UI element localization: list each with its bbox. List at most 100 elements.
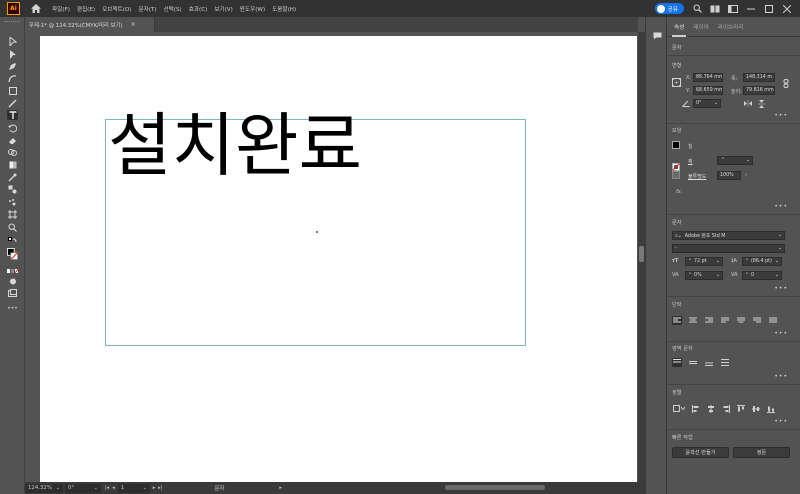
- leading-dropdown-icon[interactable]: ⌄: [775, 259, 779, 264]
- last-artboard-icon[interactable]: ▸|: [158, 485, 162, 491]
- comments-icon[interactable]: [652, 31, 662, 40]
- font-size-stepper-icon[interactable]: ⌃: [688, 259, 692, 264]
- align-middle-icon[interactable]: [688, 358, 698, 367]
- document-tab[interactable]: 무제-1* @ 124.32%(CMYK/미리 보기) ×: [25, 17, 155, 32]
- menu-window[interactable]: 윈도우(W): [240, 5, 265, 13]
- tab-libraries[interactable]: 라이브러리: [716, 23, 746, 36]
- tracking-stepper-icon[interactable]: ⌃: [688, 273, 692, 278]
- canvas-area[interactable]: 설치완료: [25, 32, 638, 482]
- justify-all-icon[interactable]: [768, 316, 778, 325]
- opacity-slider-icon[interactable]: ›: [745, 172, 747, 178]
- align-right-edges-icon[interactable]: [721, 404, 731, 413]
- symbol-sprayer-tool-icon[interactable]: [7, 197, 18, 207]
- align-horizontal-centers-icon[interactable]: [706, 404, 716, 413]
- create-outlines-button[interactable]: 윤곽선 만들기: [672, 447, 729, 458]
- justify-vertical-icon[interactable]: [720, 358, 730, 367]
- effects-fx-icon[interactable]: fx.: [676, 189, 682, 195]
- maximize-icon[interactable]: [764, 4, 774, 14]
- font-size-dropdown-icon[interactable]: ⌄: [716, 259, 720, 264]
- align-right-icon[interactable]: [704, 316, 714, 325]
- tracking-dropdown-icon[interactable]: ⌄: [716, 273, 720, 278]
- reference-point-icon[interactable]: [671, 78, 681, 87]
- font-size-field[interactable]: ⌃ 72 pt ⌄: [685, 257, 723, 266]
- menu-view[interactable]: 보기(V): [214, 5, 232, 13]
- fill-stroke-swatches[interactable]: [7, 246, 18, 262]
- justify-center-icon[interactable]: [736, 316, 746, 325]
- default-colors-icon[interactable]: [7, 235, 18, 245]
- toolbar-grip[interactable]: [4, 21, 20, 23]
- draw-mode-icon[interactable]: [7, 276, 18, 286]
- arrange-button[interactable]: 정돈: [733, 447, 790, 458]
- align-left-icon[interactable]: [672, 316, 682, 325]
- align-to-selection-icon[interactable]: [672, 404, 686, 413]
- font-family-field[interactable]: ⌕⌄ Adobe 명조 Std M ⌄: [672, 231, 785, 240]
- transform-more-icon[interactable]: •••: [774, 112, 788, 119]
- search-icon[interactable]: [692, 4, 702, 14]
- curvature-tool-icon[interactable]: [7, 73, 18, 83]
- align-vertical-centers-icon[interactable]: [751, 404, 761, 413]
- horizontal-scroll-thumb[interactable]: [445, 485, 545, 490]
- align-top-edges-icon[interactable]: [736, 404, 746, 413]
- opacity-field[interactable]: 100%: [717, 171, 741, 180]
- opacity-label[interactable]: 불투명도: [688, 173, 706, 180]
- zoom-tool-icon[interactable]: [7, 222, 18, 232]
- blend-tool-icon[interactable]: [7, 184, 18, 194]
- status-menu-icon[interactable]: ▸: [279, 485, 282, 491]
- minimize-icon[interactable]: [746, 4, 756, 14]
- close-tab-icon[interactable]: ×: [131, 21, 136, 28]
- color-mode-buttons-icon[interactable]: [7, 266, 18, 276]
- gradient-tool-icon[interactable]: [7, 160, 18, 170]
- artboard-number-field[interactable]: 1 ⌄: [117, 483, 150, 493]
- artboard[interactable]: 설치완료: [40, 36, 637, 482]
- stroke-weight-dropdown-icon[interactable]: ⌄: [746, 158, 750, 163]
- menu-effect[interactable]: 효과(C): [189, 5, 208, 13]
- stroke-weight-stepper-icon[interactable]: ⌃: [721, 158, 725, 163]
- font-style-field[interactable]: - ⌄: [672, 244, 785, 253]
- workspace-switcher-icon[interactable]: [728, 4, 738, 14]
- tracking-field[interactable]: ⌃ 0% ⌄: [685, 271, 723, 280]
- direct-selection-tool-icon[interactable]: [7, 49, 18, 59]
- align-top-icon[interactable]: [672, 358, 682, 367]
- selection-tool-icon[interactable]: [7, 36, 18, 46]
- area-text-frame[interactable]: 설치완료: [105, 112, 526, 346]
- constrain-proportions-icon[interactable]: [781, 79, 791, 88]
- eyedropper-tool-icon[interactable]: [7, 172, 18, 182]
- leading-stepper-icon[interactable]: ⌃: [745, 259, 749, 264]
- flip-horizontal-icon[interactable]: [743, 99, 753, 108]
- eraser-tool-icon[interactable]: [7, 135, 18, 145]
- menu-object[interactable]: 오브젝트(O): [102, 5, 131, 13]
- align-bottom-edges-icon[interactable]: [766, 404, 776, 413]
- flip-vertical-icon[interactable]: [756, 99, 766, 108]
- tab-layers[interactable]: 레이어: [691, 23, 710, 36]
- menu-select[interactable]: 선택(S): [164, 5, 182, 13]
- next-artboard-icon[interactable]: ▸: [153, 485, 156, 491]
- character-more-icon[interactable]: •••: [774, 285, 788, 292]
- align-more-icon[interactable]: •••: [774, 418, 788, 425]
- tab-properties[interactable]: 속성: [672, 23, 687, 37]
- stroke-weight-field[interactable]: ⌃ ⌄: [717, 156, 753, 165]
- rotate-tool-icon[interactable]: [7, 123, 18, 133]
- type-tool-icon[interactable]: [7, 110, 18, 120]
- rotate-angle-field[interactable]: 0° ⌄: [693, 99, 721, 108]
- share-button[interactable]: 공유: [654, 3, 684, 14]
- leading-field[interactable]: ⌃ (86.4 pt) ⌄: [742, 257, 782, 266]
- menu-type[interactable]: 문자(T): [138, 5, 156, 13]
- appearance-more-icon[interactable]: •••: [774, 203, 788, 210]
- menu-help[interactable]: 도움말(H): [272, 5, 296, 13]
- kerning-field[interactable]: ⌃ 0 ⌄: [742, 271, 782, 280]
- home-icon[interactable]: [30, 3, 42, 15]
- arrange-documents-icon[interactable]: [710, 4, 720, 14]
- y-position-field[interactable]: 68.659 mm: [693, 86, 723, 95]
- vertical-scrollbar[interactable]: [638, 32, 645, 482]
- first-artboard-icon[interactable]: |◂: [105, 485, 109, 491]
- menu-file[interactable]: 파일(F): [52, 5, 70, 13]
- text-content[interactable]: 설치완료: [108, 112, 362, 181]
- artboard-tool-icon[interactable]: [7, 209, 18, 219]
- stroke-swatch[interactable]: [672, 156, 680, 171]
- stroke-label[interactable]: 획: [688, 158, 693, 165]
- rectangle-tool-icon[interactable]: [7, 86, 18, 96]
- vertical-scroll-thumb[interactable]: [639, 246, 644, 262]
- zoom-level-field[interactable]: 124.32% ⌄: [25, 483, 63, 493]
- align-bottom-icon[interactable]: [704, 358, 714, 367]
- kerning-stepper-icon[interactable]: ⌃: [745, 273, 749, 278]
